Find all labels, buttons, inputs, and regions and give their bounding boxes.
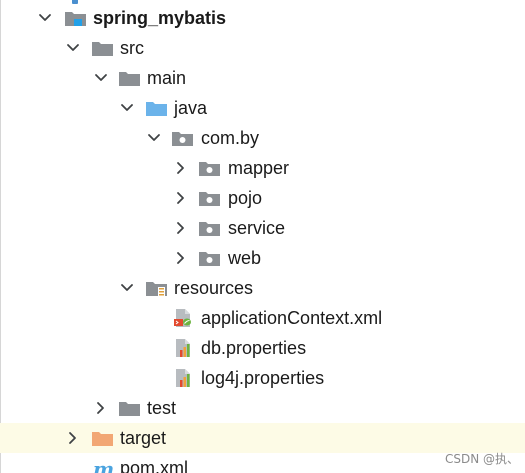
maven-file-icon: m <box>93 458 114 473</box>
tree-row-log4j-properties[interactable]: log4j.properties <box>0 363 525 393</box>
module-folder-icon <box>65 12 86 26</box>
tree-row-db-properties[interactable]: db.properties <box>0 333 525 363</box>
tree-label-resources: resources <box>174 278 254 298</box>
tree-row-test[interactable]: test <box>0 393 525 423</box>
tree-label-project: spring_mybatis <box>93 8 227 28</box>
tree-label-pom: pom.xml <box>120 458 189 473</box>
watermark-text: CSDN @执、 <box>444 452 519 466</box>
chevron-down-icon[interactable] <box>118 99 136 117</box>
source-folder-icon <box>146 102 167 116</box>
chevron-down-icon[interactable] <box>118 279 136 297</box>
tree-label-mapper: mapper <box>228 158 290 178</box>
package-folder-icon <box>199 222 220 236</box>
project-tree: spring_mybatis src main java com.by mapp… <box>0 0 525 473</box>
tree-label-java: java <box>174 98 208 118</box>
folder-icon <box>119 402 140 416</box>
tree-row-com-by[interactable]: com.by <box>0 123 525 153</box>
chevron-right-icon[interactable] <box>92 399 110 417</box>
chevron-down-icon[interactable] <box>64 39 82 57</box>
tree-label-target: target <box>120 428 167 448</box>
package-folder-icon <box>199 162 220 176</box>
tree-row-java[interactable]: java <box>0 93 525 123</box>
tree-row-web[interactable]: web <box>0 243 525 273</box>
chevron-right-icon[interactable] <box>172 189 190 207</box>
excluded-folder-icon <box>92 432 113 446</box>
chevron-right-icon[interactable] <box>64 429 82 447</box>
tree-row-src[interactable]: src <box>0 33 525 63</box>
tree-label-com-by: com.by <box>201 128 260 148</box>
properties-file-icon <box>176 369 190 387</box>
chevron-down-icon[interactable] <box>36 9 54 27</box>
tree-row-service[interactable]: service <box>0 213 525 243</box>
package-folder-icon <box>172 132 193 146</box>
folder-icon <box>92 42 113 56</box>
tree-label-pojo: pojo <box>228 188 263 208</box>
tree-row-main[interactable]: main <box>0 63 525 93</box>
tree-label-db-properties: db.properties <box>201 338 307 358</box>
chevron-right-icon[interactable] <box>172 219 190 237</box>
tree-label-main: main <box>147 68 187 88</box>
tree-row-resources[interactable]: resources <box>0 273 525 303</box>
tree-row-pojo[interactable]: pojo <box>0 183 525 213</box>
chevron-down-icon[interactable] <box>92 69 110 87</box>
tree-label-application-context: applicationContext.xml <box>201 308 383 328</box>
package-folder-icon <box>199 192 220 206</box>
svg-text:m: m <box>93 458 114 473</box>
tree-row-application-context[interactable]: applicationContext.xml <box>0 303 525 333</box>
chevron-down-icon[interactable] <box>145 129 163 147</box>
properties-file-icon <box>176 339 190 357</box>
package-folder-icon <box>199 252 220 266</box>
tree-label-service: service <box>228 218 286 238</box>
chevron-right-icon[interactable] <box>172 159 190 177</box>
tree-row-mapper[interactable]: mapper <box>0 153 525 183</box>
chevron-right-icon[interactable] <box>172 249 190 267</box>
tree-row-spring-mybatis[interactable]: spring_mybatis <box>0 3 525 33</box>
resources-folder-icon <box>146 282 167 296</box>
spring-xml-file-icon <box>174 309 191 327</box>
tree-label-src: src <box>120 38 144 58</box>
tree-label-test: test <box>147 398 177 418</box>
tree-label-web: web <box>228 248 262 268</box>
tree-label-log4j-properties: log4j.properties <box>201 368 325 388</box>
tree-row-target[interactable]: target <box>0 423 525 453</box>
folder-icon <box>119 72 140 86</box>
